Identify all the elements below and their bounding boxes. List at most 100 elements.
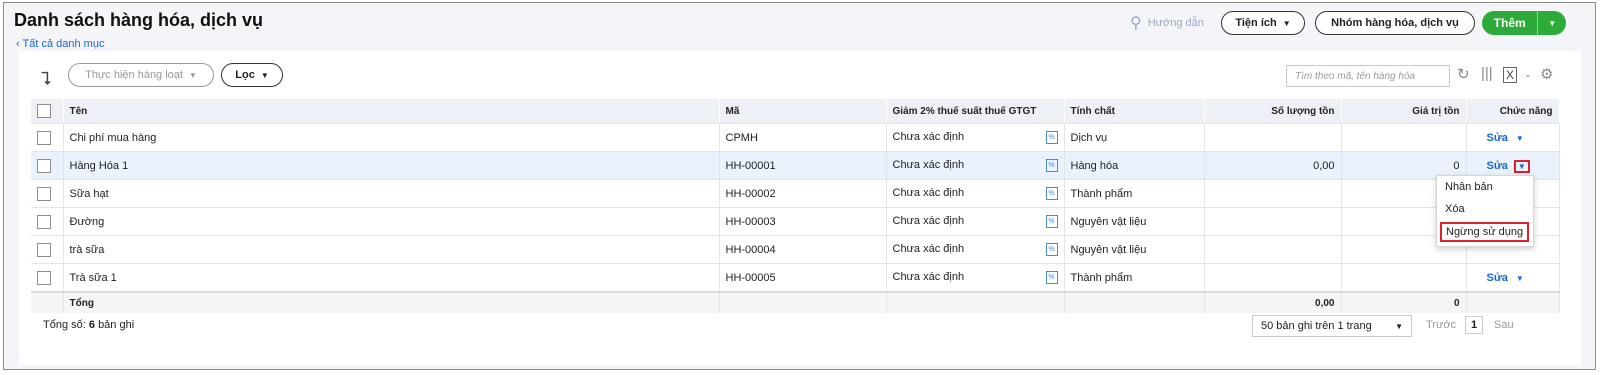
page-title: Danh sách hàng hóa, dịch vụ [14, 10, 264, 30]
edit-link[interactable]: Sửa [1487, 160, 1508, 172]
percent-doc-icon[interactable]: % [1045, 215, 1058, 228]
cell-code: HH-00001 [719, 151, 887, 180]
help-link[interactable]: ⚲ Hướng dẫn [1130, 13, 1204, 33]
gear-icon[interactable]: ⚙ [1540, 65, 1553, 83]
back-link-label: Tất cả danh mục [22, 38, 105, 50]
cell-qty [1204, 179, 1342, 208]
item-group-button[interactable]: Nhóm hàng hóa, dịch vụ [1315, 11, 1475, 35]
vat-status: Chưa xác định [892, 131, 965, 143]
back-link[interactable]: ‹ Tất cả danh mục [16, 38, 104, 50]
cell-qty [1204, 263, 1342, 292]
items-table: Tên Mã Giảm 2% thuế suất thuế GTGT Tính … [31, 99, 1560, 313]
action-dropdown-icon[interactable]: ▼ [1516, 274, 1524, 283]
cell-vat: Chưa xác định% [886, 179, 1065, 208]
col-code[interactable]: Mã [719, 99, 887, 124]
table-row[interactable]: trà sữa HH-00004 Chưa xác định% Nguyên v… [31, 235, 1560, 264]
action-dropdown-icon[interactable]: ▼ [1513, 159, 1530, 173]
col-qty[interactable]: Số lượng tồn [1204, 99, 1342, 124]
percent-doc-icon[interactable]: % [1045, 243, 1058, 256]
row-checkbox[interactable] [37, 214, 51, 229]
table-row[interactable]: Trà sữa 1 HH-00005 Chưa xác định% Thành … [31, 263, 1560, 292]
filter-label: Lọc [235, 69, 255, 81]
caret-down-icon: ▼ [188, 70, 197, 80]
prev-page-button[interactable]: Trước [1426, 319, 1456, 331]
percent-doc-icon[interactable]: % [1045, 131, 1058, 144]
menu-item-duplicate[interactable]: Nhân bản [1445, 181, 1493, 193]
excel-icon[interactable]: X [1503, 67, 1518, 83]
action-dropdown-icon[interactable]: ▼ [1516, 134, 1524, 143]
cell-type: Thành phẩm [1064, 263, 1205, 292]
table-row[interactable]: Chi phí mua hàng CPMH Chưa xác định% Dịc… [31, 123, 1560, 152]
row-checkbox[interactable] [37, 242, 51, 257]
col-type[interactable]: Tính chất [1064, 99, 1205, 124]
bulk-action-button[interactable]: Thực hiện hàng loạt ▼ [68, 63, 214, 87]
record-count-prefix: Tổng số: [43, 319, 86, 331]
record-count-suffix: bản ghi [98, 319, 135, 331]
table-row[interactable]: Hàng Hóa 1 HH-00001 Chưa xác định% Hàng … [31, 151, 1560, 180]
barcode-icon[interactable]: ||| [1481, 65, 1493, 82]
cell-vat: Chưa xác định% [886, 263, 1065, 292]
percent-doc-icon[interactable]: % [1045, 271, 1058, 284]
col-value[interactable]: Giá trị tồn [1341, 99, 1467, 124]
cell-vat: Chưa xác định% [886, 235, 1065, 264]
table-row[interactable]: Sữa hạt HH-00002 Chưa xác định% Thành ph… [31, 179, 1560, 208]
cell-name: Trà sữa 1 [63, 263, 720, 292]
select-all-checkbox[interactable] [37, 104, 51, 118]
cell-actions: Sửa ▼ [1466, 123, 1560, 152]
list-panel: ⮧ Thực hiện hàng loạt ▼ Lọc ▼ Tìm theo m… [19, 51, 1581, 365]
vat-status: Chưa xác định [892, 159, 965, 171]
vat-status: Chưa xác định [892, 187, 965, 199]
row-action-menu: Nhân bản Xóa Ngừng sử dụng [1436, 175, 1534, 247]
col-name[interactable]: Tên [63, 99, 720, 124]
cell-code: HH-00005 [719, 263, 887, 292]
page-size-select[interactable]: 50 bản ghi trên 1 trang ▼ [1252, 315, 1412, 337]
total-row: Tổng 0,00 0 [31, 291, 1560, 313]
select-all-cell[interactable] [31, 99, 64, 124]
cell-value [1341, 123, 1467, 152]
search-input[interactable]: Tìm theo mã, tên hàng hóa [1286, 65, 1450, 87]
menu-item-delete[interactable]: Xóa [1445, 203, 1465, 215]
cell-vat: Chưa xác định% [886, 151, 1065, 180]
filter-button[interactable]: Lọc ▼ [221, 63, 283, 87]
page-size-value: 50 bản ghi trên 1 trang [1261, 320, 1372, 332]
search-placeholder: Tìm theo mã, tên hàng hóa [1295, 70, 1416, 82]
add-label[interactable]: Thêm [1482, 16, 1537, 30]
cell-code: HH-00004 [719, 235, 887, 264]
col-vat[interactable]: Giảm 2% thuế suất thuế GTGT [886, 99, 1065, 124]
row-checkbox[interactable] [37, 186, 51, 201]
menu-item-deactivate[interactable]: Ngừng sử dụng [1440, 222, 1530, 242]
cell-name: Hàng Hóa 1 [63, 151, 720, 180]
cell-type: Nguyên vật liệu [1064, 235, 1205, 264]
utilities-button[interactable]: Tiện ích ▼ [1221, 11, 1305, 35]
add-button[interactable]: Thêm ▼ [1482, 11, 1566, 35]
chevron-down-icon[interactable]: ⌄ [1524, 69, 1532, 80]
vat-status: Chưa xác định [892, 243, 965, 255]
app-window: Danh sách hàng hóa, dịch vụ ‹ Tất cả dan… [3, 2, 1596, 370]
row-checkbox[interactable] [37, 270, 51, 285]
col-actions: Chức năng [1466, 99, 1560, 124]
cell-code: HH-00003 [719, 207, 887, 236]
sort-icon[interactable]: ⮧ [41, 69, 52, 90]
utilities-label: Tiện ích [1235, 17, 1277, 29]
refresh-icon[interactable]: ↻ [1457, 65, 1470, 83]
cell-name: Đường [63, 207, 720, 236]
cell-qty [1204, 235, 1342, 264]
caret-down-icon: ▼ [1282, 18, 1291, 28]
row-checkbox[interactable] [37, 130, 51, 145]
percent-doc-icon[interactable]: % [1045, 159, 1058, 172]
table-row[interactable]: Đường HH-00003 Chưa xác định% Nguyên vật… [31, 207, 1560, 236]
cell-vat: Chưa xác định% [886, 207, 1065, 236]
cell-type: Thành phẩm [1064, 179, 1205, 208]
total-qty: 0,00 [1204, 291, 1342, 313]
cell-qty [1204, 207, 1342, 236]
current-page[interactable]: 1 [1465, 316, 1483, 334]
bulk-action-label: Thực hiện hàng loạt [85, 69, 183, 81]
percent-doc-icon[interactable]: % [1045, 187, 1058, 200]
next-page-button[interactable]: Sau [1494, 319, 1514, 331]
edit-link[interactable]: Sửa [1487, 272, 1508, 284]
vat-status: Chưa xác định [892, 271, 965, 283]
cell-value [1341, 263, 1467, 292]
row-checkbox[interactable] [37, 158, 51, 173]
edit-link[interactable]: Sửa [1487, 132, 1508, 144]
add-dropdown-icon[interactable]: ▼ [1537, 11, 1566, 35]
